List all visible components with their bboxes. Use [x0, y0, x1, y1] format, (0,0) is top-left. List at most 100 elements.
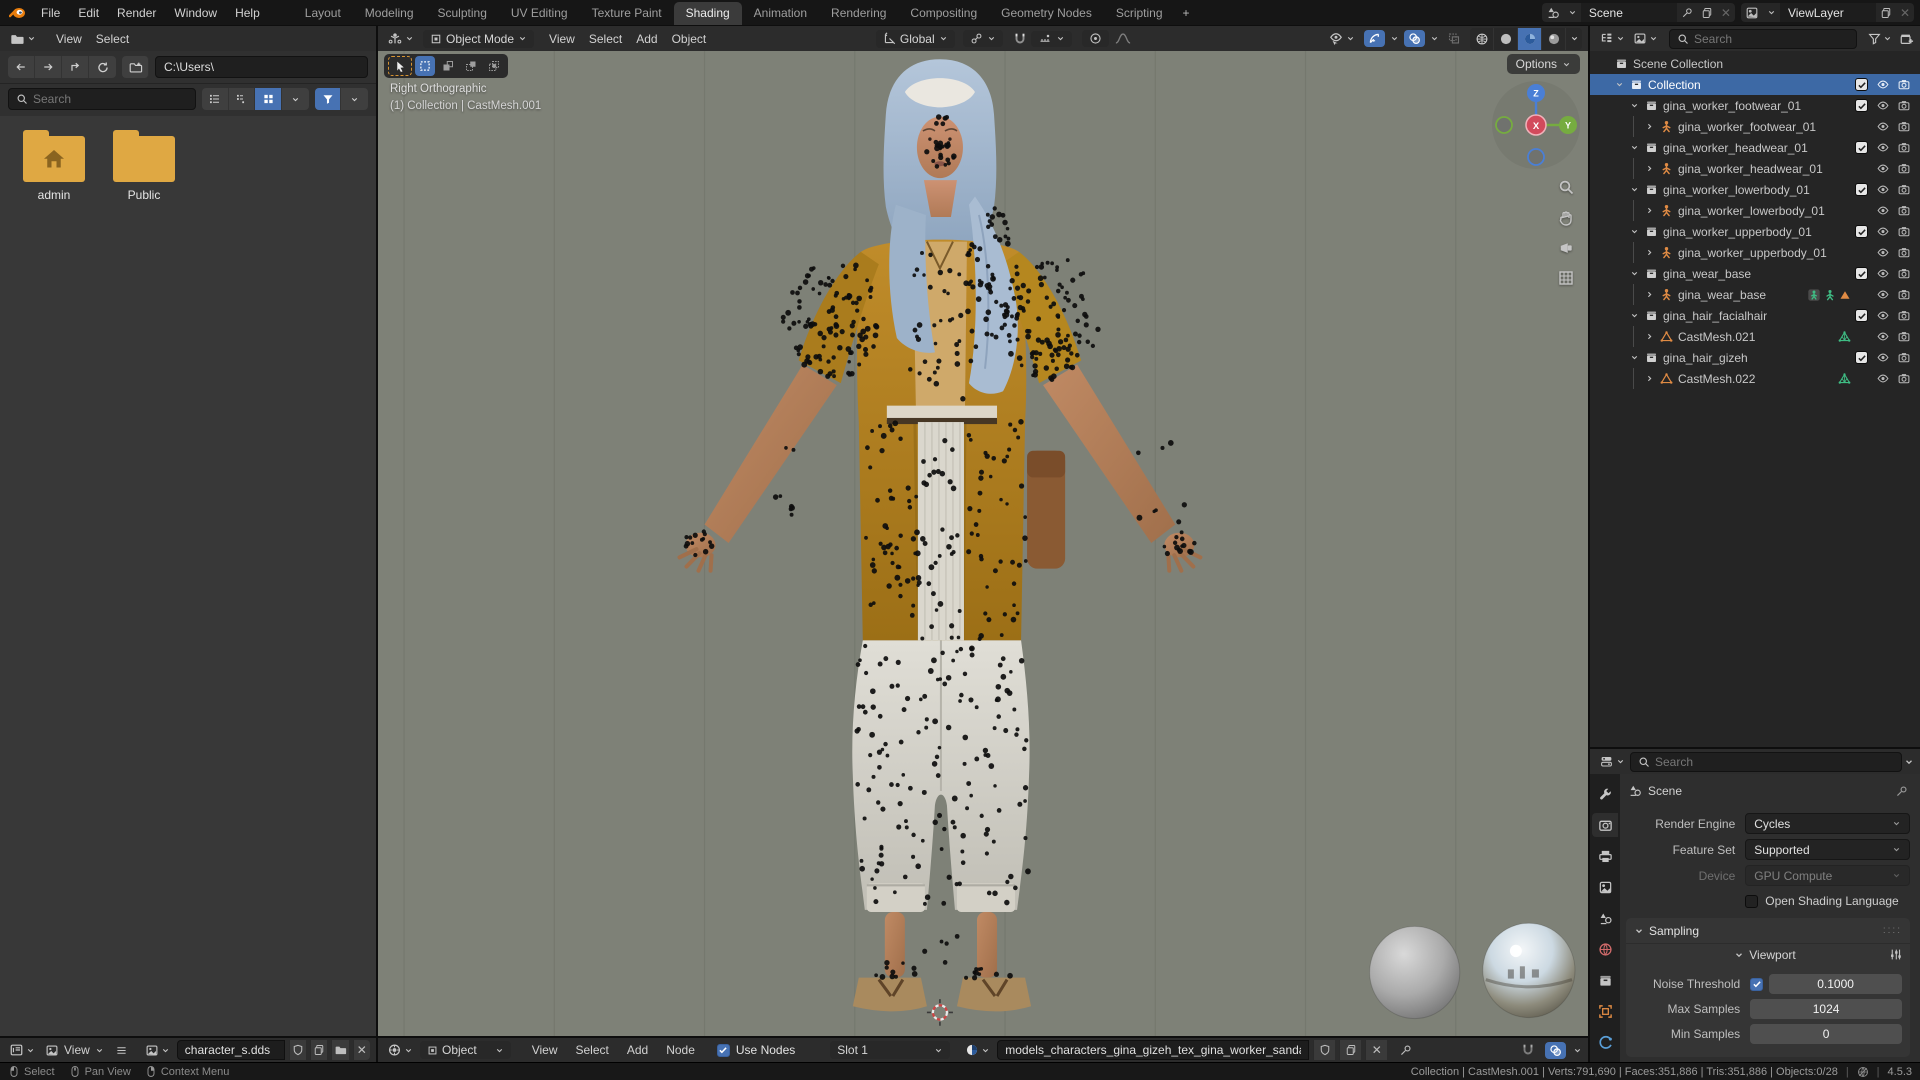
shading-chevron-icon[interactable] — [1566, 28, 1582, 50]
camera-toggle-icon[interactable] — [1893, 288, 1914, 301]
eye-toggle-icon[interactable] — [1872, 99, 1893, 112]
mode-dropdown[interactable]: Object Mode — [423, 30, 534, 48]
new-folder-icon[interactable] — [122, 56, 149, 78]
viewport-menu-add[interactable]: Add — [629, 30, 664, 48]
parent-directory-icon[interactable] — [62, 56, 89, 78]
eye-toggle-icon[interactable] — [1872, 120, 1893, 133]
exclude-checkbox[interactable] — [1851, 183, 1872, 196]
tab-modeling[interactable]: Modeling — [353, 2, 426, 25]
app-menu-help[interactable]: Help — [226, 4, 269, 22]
properties-tab-output[interactable] — [1592, 844, 1618, 868]
scene-icon[interactable] — [1542, 3, 1564, 22]
properties-search-input[interactable] — [1655, 755, 1894, 769]
material-datablock-selector[interactable] — [962, 1042, 993, 1058]
properties-tab-physics[interactable] — [1592, 1030, 1618, 1054]
tab-rendering[interactable]: Rendering — [819, 2, 898, 25]
material-fake-user-shield-icon[interactable] — [1313, 1040, 1335, 1060]
add-workspace-button[interactable]: + — [1175, 2, 1198, 25]
outliner-row[interactable]: Collection — [1590, 74, 1920, 95]
image-editor-view-menu[interactable]: View — [42, 1040, 107, 1060]
camera-toggle-icon[interactable] — [1893, 99, 1914, 112]
app-menu-file[interactable]: File — [32, 4, 69, 22]
eye-toggle-icon[interactable] — [1872, 267, 1893, 280]
camera-toggle-icon[interactable] — [1893, 330, 1914, 343]
expand-arrow-icon[interactable] — [1641, 122, 1657, 131]
folder-public[interactable]: Public — [112, 136, 176, 202]
viewport-menu-object[interactable]: Object — [665, 30, 714, 48]
filter-chevron-icon[interactable] — [341, 88, 368, 110]
proportional-editing-toggle[interactable] — [1082, 30, 1109, 47]
outliner-row[interactable]: gina_worker_lowerbody_01 — [1590, 200, 1920, 221]
vertical-list-icon[interactable] — [202, 88, 229, 110]
select-mode-intersect-icon[interactable] — [484, 56, 504, 76]
material-preview-shading-icon[interactable] — [1518, 28, 1542, 50]
pin-icon[interactable] — [1895, 785, 1908, 798]
shader-type-dropdown[interactable]: Object — [420, 1041, 511, 1059]
overlays-chevron-icon[interactable] — [1430, 34, 1439, 43]
image-name-field[interactable] — [177, 1040, 285, 1060]
pivot-point-dropdown[interactable] — [963, 30, 1003, 47]
new-viewlayer-icon[interactable] — [1876, 3, 1896, 22]
outliner-row[interactable]: CastMesh.021 — [1590, 326, 1920, 347]
app-menu-window[interactable]: Window — [165, 4, 226, 22]
tab-scripting[interactable]: Scripting — [1104, 2, 1175, 25]
properties-tab-tool[interactable] — [1592, 782, 1618, 806]
falloff-curve-icon[interactable] — [1115, 32, 1131, 45]
exclude-checkbox[interactable] — [1851, 99, 1872, 112]
outliner-row[interactable]: gina_worker_headwear_01 — [1590, 158, 1920, 179]
camera-toggle-icon[interactable] — [1893, 267, 1914, 280]
editor-type-image-editor[interactable] — [6, 1042, 38, 1058]
outliner-row[interactable]: gina_worker_upperbody_01 — [1590, 221, 1920, 242]
exclude-checkbox[interactable] — [1851, 351, 1872, 364]
select-mode-extend-icon[interactable] — [438, 56, 458, 76]
eye-toggle-icon[interactable] — [1872, 162, 1893, 175]
viewport-menu-select[interactable]: Select — [582, 30, 629, 48]
camera-toggle-icon[interactable] — [1893, 162, 1914, 175]
panel-grip-icon[interactable]: :::: — [1883, 925, 1902, 936]
zoom-icon[interactable] — [1558, 179, 1574, 195]
snap-settings-dropdown[interactable] — [1031, 31, 1072, 47]
expand-arrow-icon[interactable] — [1641, 164, 1657, 173]
camera-toggle-icon[interactable] — [1893, 141, 1914, 154]
eye-toggle-icon[interactable] — [1872, 288, 1893, 301]
duplicate-material-icon[interactable] — [1339, 1040, 1361, 1060]
blender-logo-icon[interactable] — [6, 4, 28, 22]
eye-toggle-icon[interactable] — [1872, 330, 1893, 343]
file-browser-menu-select[interactable]: Select — [89, 30, 136, 48]
value-field[interactable]: 0.1000 — [1769, 974, 1902, 994]
outliner-row[interactable]: gina_worker_footwear_01 — [1590, 95, 1920, 116]
camera-toggle-icon[interactable] — [1893, 225, 1914, 238]
file-search[interactable] — [8, 88, 196, 110]
unlink-material-icon[interactable]: ✕ — [1365, 1040, 1387, 1060]
navigation-gizmo[interactable]: Z Y X — [1490, 79, 1582, 171]
viewlayer-icon[interactable] — [1741, 3, 1763, 22]
exclude-checkbox[interactable] — [1851, 141, 1872, 154]
camera-toggle-icon[interactable] — [1893, 309, 1914, 322]
properties-tab-render[interactable] — [1592, 813, 1618, 837]
collapse-arrow-icon[interactable] — [1626, 269, 1642, 278]
new-scene-icon[interactable] — [1697, 3, 1717, 22]
collapse-arrow-icon[interactable] — [1626, 185, 1642, 194]
object-visibility-dropdown[interactable] — [1325, 31, 1358, 47]
options-button[interactable]: Options — [1507, 54, 1580, 74]
app-menu-edit[interactable]: Edit — [69, 4, 108, 22]
use-nodes-toggle[interactable]: Use Nodes — [714, 1042, 798, 1058]
outliner-row[interactable]: gina_worker_lowerbody_01 — [1590, 179, 1920, 200]
properties-tab-object[interactable] — [1592, 999, 1618, 1023]
preset-sliders-icon[interactable] — [1889, 948, 1902, 961]
outliner-filter[interactable] — [1865, 31, 1895, 46]
eye-toggle-icon[interactable] — [1872, 141, 1893, 154]
value-field[interactable]: 1024 — [1750, 999, 1902, 1019]
editor-type-outliner[interactable] — [1596, 31, 1628, 46]
pan-hand-icon[interactable] — [1558, 210, 1574, 226]
prop-dropdown-render-engine[interactable]: Cycles — [1745, 813, 1910, 834]
eye-toggle-icon[interactable] — [1872, 351, 1893, 364]
expand-arrow-icon[interactable] — [1641, 374, 1657, 383]
outliner-search[interactable] — [1669, 29, 1857, 49]
camera-toggle-icon[interactable] — [1893, 78, 1914, 91]
new-collection-icon[interactable] — [1899, 32, 1914, 46]
tab-layout[interactable]: Layout — [293, 2, 353, 25]
chevron-down-icon[interactable] — [1763, 3, 1780, 22]
shader-menu-node[interactable]: Node — [657, 1041, 704, 1059]
snap-magnet-icon[interactable] — [1013, 32, 1027, 46]
